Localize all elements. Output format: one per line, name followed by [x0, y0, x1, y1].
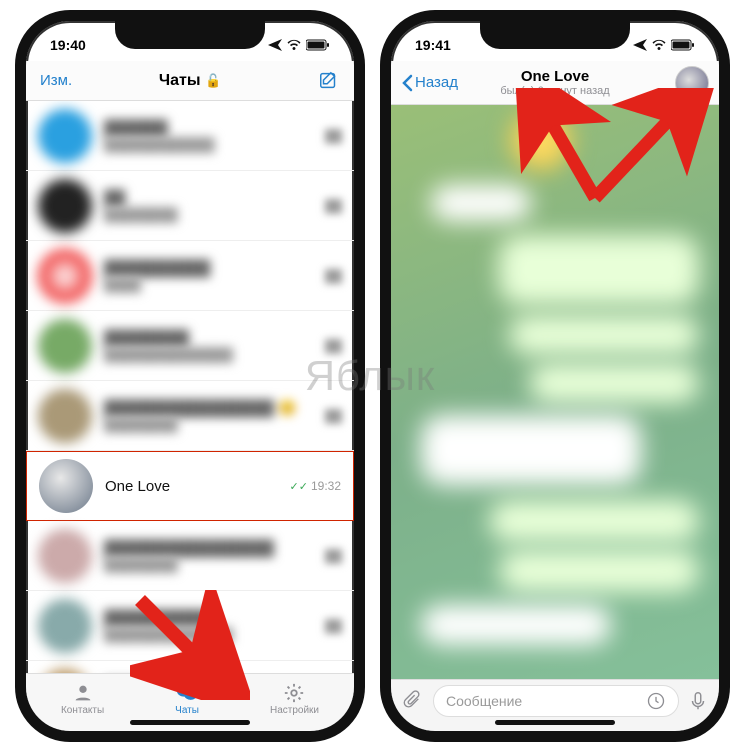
annotation-arrow — [485, 88, 715, 218]
tab-contacts[interactable]: Контакты — [61, 682, 104, 716]
wifi-icon — [286, 39, 302, 51]
status-icons — [268, 39, 330, 51]
message-placeholder: Сообщение — [446, 693, 522, 709]
status-icons — [633, 39, 695, 51]
battery-icon — [306, 39, 330, 51]
chat-row[interactable]: ████████████████████ — [26, 101, 354, 171]
tab-settings[interactable]: Настройки — [270, 682, 319, 716]
airplane-icon — [633, 39, 647, 51]
battery-icon — [671, 39, 695, 51]
sticker-icon[interactable] — [646, 691, 666, 711]
wifi-icon — [651, 39, 667, 51]
home-indicator[interactable] — [130, 720, 250, 725]
chat-time: 19:32 — [311, 479, 341, 493]
avatar — [39, 459, 93, 513]
status-time: 19:40 — [50, 37, 86, 53]
mic-icon[interactable] — [687, 690, 709, 712]
chevron-left-icon — [401, 74, 413, 92]
page-title: Чаты 🔓 — [26, 72, 354, 90]
chat-name: One Love — [105, 478, 290, 495]
chat-row-one-love[interactable]: One Love ✓✓ 19:32 — [26, 451, 354, 521]
status-time: 19:41 — [415, 37, 451, 53]
back-button[interactable]: Назад — [401, 74, 458, 92]
edit-button[interactable]: Изм. — [40, 72, 72, 89]
gear-icon — [281, 682, 307, 704]
chat-row[interactable]: ████████████████████████ — [26, 311, 354, 381]
attach-icon[interactable] — [401, 689, 425, 713]
airplane-icon — [268, 39, 282, 51]
compose-icon[interactable] — [318, 70, 340, 92]
chat-row[interactable]: ████████████████ — [26, 241, 354, 311]
annotation-arrow — [130, 590, 250, 700]
home-indicator[interactable] — [495, 720, 615, 725]
chat-row[interactable]: ████████████████ 😊██████████ — [26, 381, 354, 451]
read-ticks-icon: ✓✓ — [290, 480, 308, 493]
message-input[interactable]: Сообщение — [433, 685, 679, 717]
chat-row[interactable]: ████████████ — [26, 171, 354, 241]
chat-list[interactable]: ████████████████████ ████████████ ██████… — [26, 101, 354, 673]
lock-icon: 🔓 — [205, 73, 221, 88]
contact-icon — [70, 682, 96, 704]
chat-row[interactable]: ██████████████████████████ — [26, 521, 354, 591]
